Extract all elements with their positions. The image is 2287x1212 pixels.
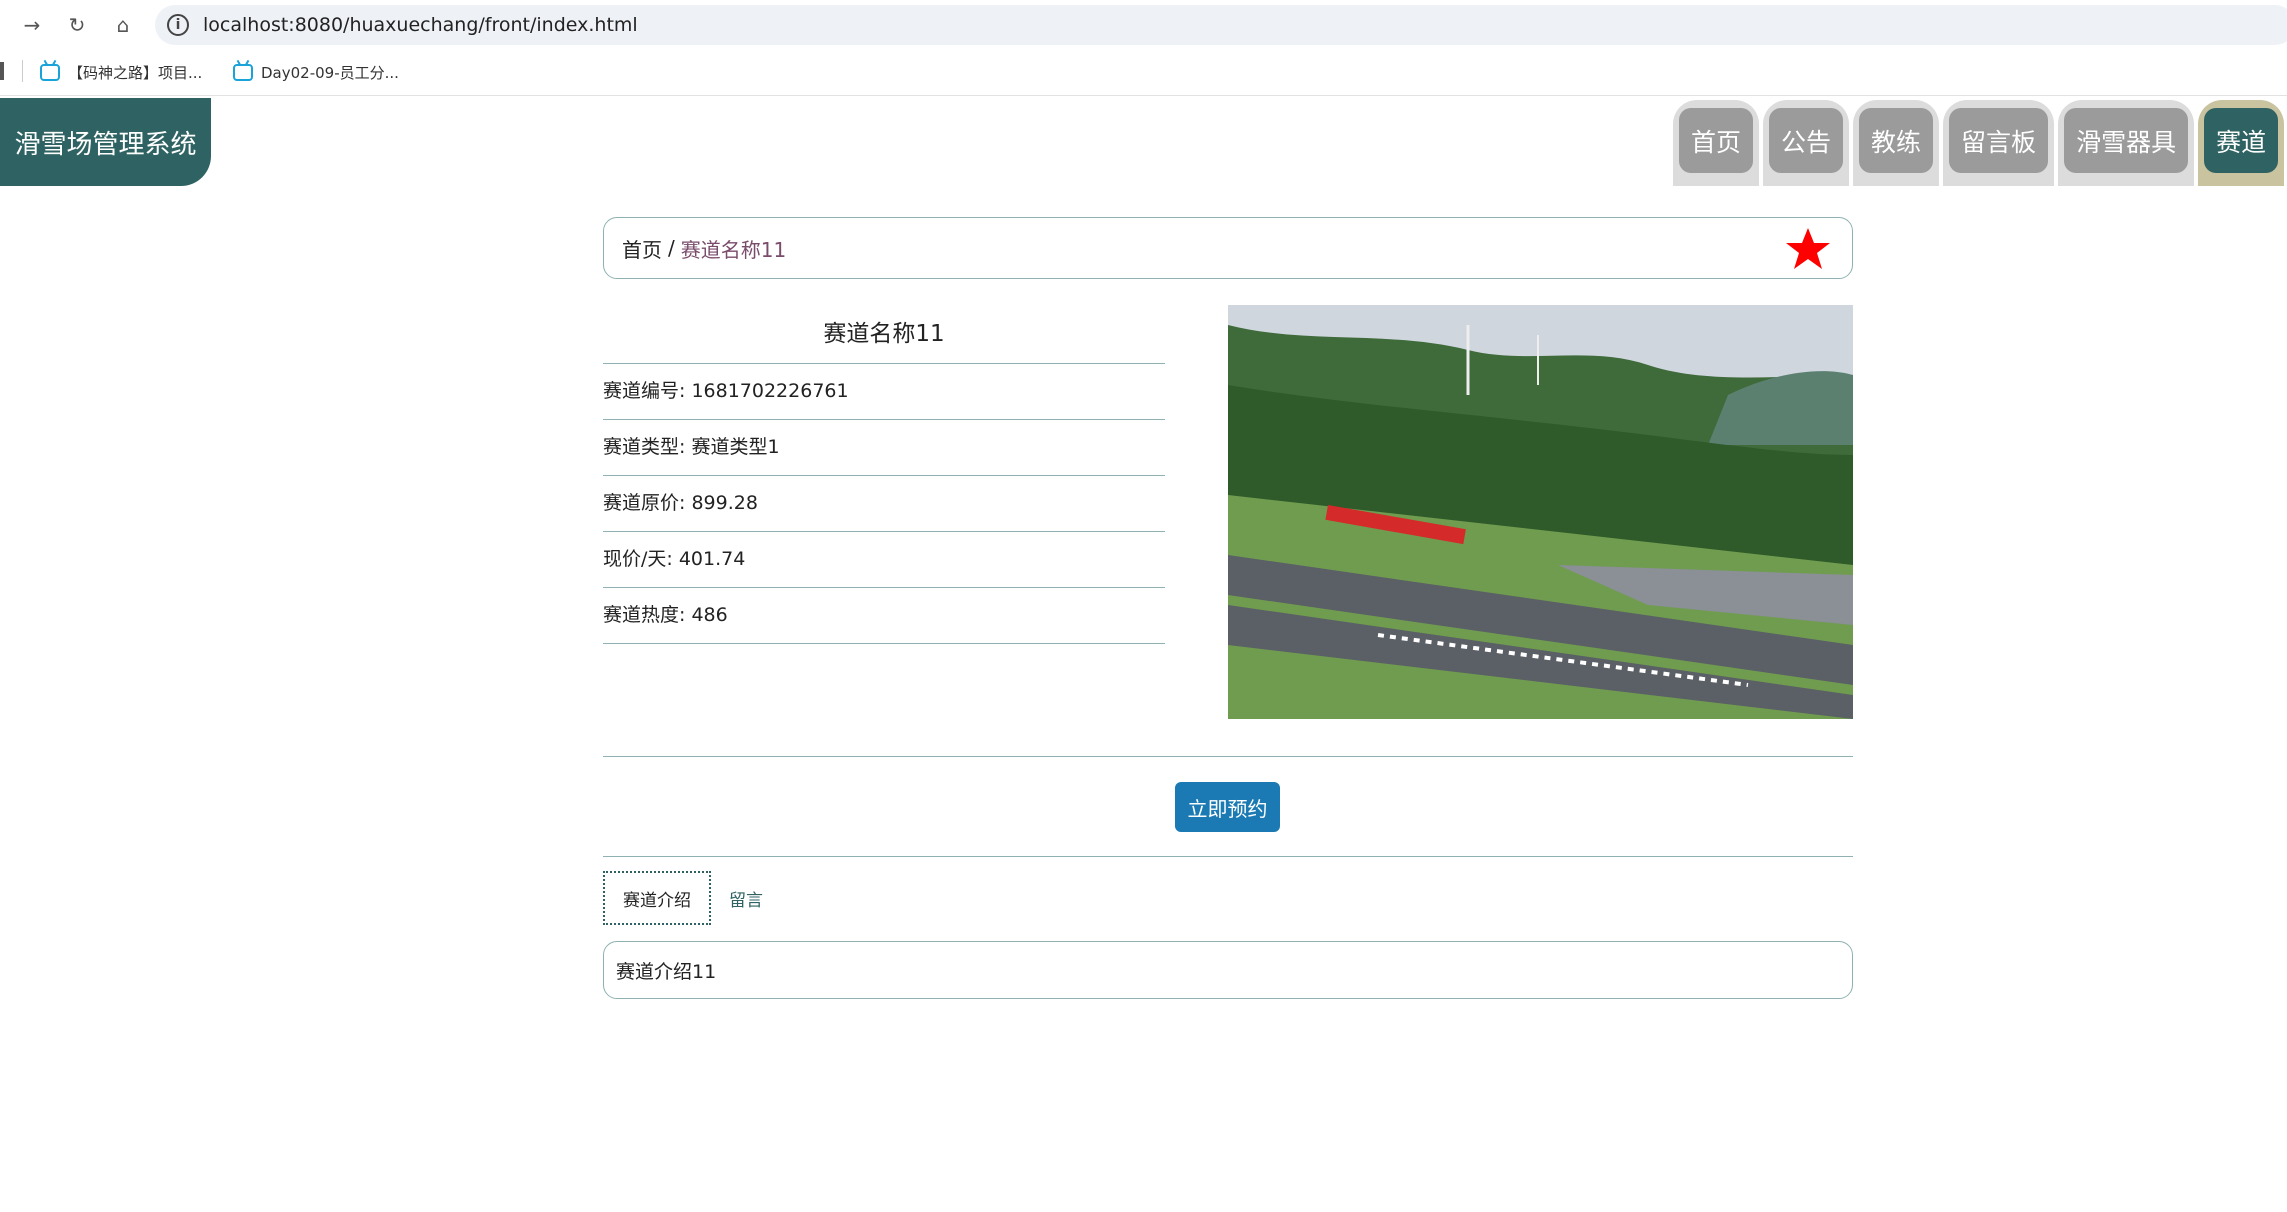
info-icon[interactable]: i (167, 14, 189, 36)
bookmark-item[interactable]: 【码神之路】项目... (40, 62, 202, 83)
nav-item-home[interactable]: 首页 (1673, 100, 1760, 186)
track-intro-content: 赛道介绍11 (603, 941, 1853, 999)
bookmarks-bar: 【码神之路】项目... Day02-09-员工分... (0, 50, 2287, 96)
detail-tabs: 赛道介绍 留言 (603, 871, 781, 925)
bookmark-item[interactable]: Day02-09-员工分... (233, 62, 399, 83)
track-details: 赛道名称11 赛道编号: 1681702226761 赛道类型: 赛道类型1 赛… (603, 305, 1165, 644)
track-original-price: 赛道原价: 899.28 (603, 476, 1165, 532)
bilibili-icon (233, 64, 253, 81)
apps-icon[interactable] (0, 62, 4, 80)
nav-label: 教练 (1859, 108, 1934, 173)
browser-address-bar: → ↻ ⌂ i localhost:8080/huaxuechang/front… (0, 0, 2287, 50)
nav-label: 公告 (1769, 108, 1844, 173)
nav-label: 留言板 (1949, 108, 2049, 173)
home-icon[interactable]: ⌂ (108, 10, 138, 40)
site-logo[interactable]: 滑雪场管理系统 (0, 98, 211, 186)
book-now-button[interactable]: 立即预约 (1175, 782, 1280, 832)
main-nav: 首页 公告 教练 留言板 滑雪器具 赛道 (1673, 100, 2285, 186)
track-type: 赛道类型: 赛道类型1 (603, 420, 1165, 476)
track-popularity: 赛道热度: 486 (603, 588, 1165, 644)
nav-item-equipment[interactable]: 滑雪器具 (2058, 100, 2195, 186)
url-field[interactable]: i localhost:8080/huaxuechang/front/index… (155, 5, 2287, 45)
nav-label: 滑雪器具 (2064, 108, 2189, 173)
bookmark-label: Day02-09-员工分... (261, 64, 399, 82)
tab-track-intro[interactable]: 赛道介绍 (603, 871, 711, 925)
bookmark-divider (22, 60, 23, 82)
nav-item-coach[interactable]: 教练 (1853, 100, 1940, 186)
breadcrumb-separator: / (668, 236, 675, 260)
breadcrumb-home[interactable]: 首页 (622, 234, 662, 263)
track-photo (1228, 305, 1853, 719)
nav-label: 首页 (1679, 108, 1754, 173)
divider (603, 756, 1853, 757)
track-current-price: 现价/天: 401.74 (603, 532, 1165, 588)
nav-item-track[interactable]: 赛道 (2198, 100, 2285, 186)
forward-icon[interactable]: → (17, 10, 47, 40)
nav-item-notice[interactable]: 公告 (1763, 100, 1850, 186)
track-title: 赛道名称11 (603, 305, 1165, 364)
url-text[interactable]: localhost:8080/huaxuechang/front/index.h… (203, 14, 638, 36)
breadcrumb: 首页 / 赛道名称11 (603, 217, 1853, 279)
tab-comments[interactable]: 留言 (711, 871, 781, 925)
reload-icon[interactable]: ↻ (62, 10, 92, 40)
nav-label: 赛道 (2204, 108, 2279, 173)
bilibili-icon (40, 64, 60, 81)
track-number: 赛道编号: 1681702226761 (603, 364, 1165, 420)
divider (603, 856, 1853, 857)
favorite-star-icon[interactable] (1784, 225, 1832, 273)
nav-item-messages[interactable]: 留言板 (1943, 100, 2055, 186)
bookmark-label: 【码神之路】项目... (68, 64, 203, 82)
breadcrumb-current: 赛道名称11 (680, 237, 787, 262)
